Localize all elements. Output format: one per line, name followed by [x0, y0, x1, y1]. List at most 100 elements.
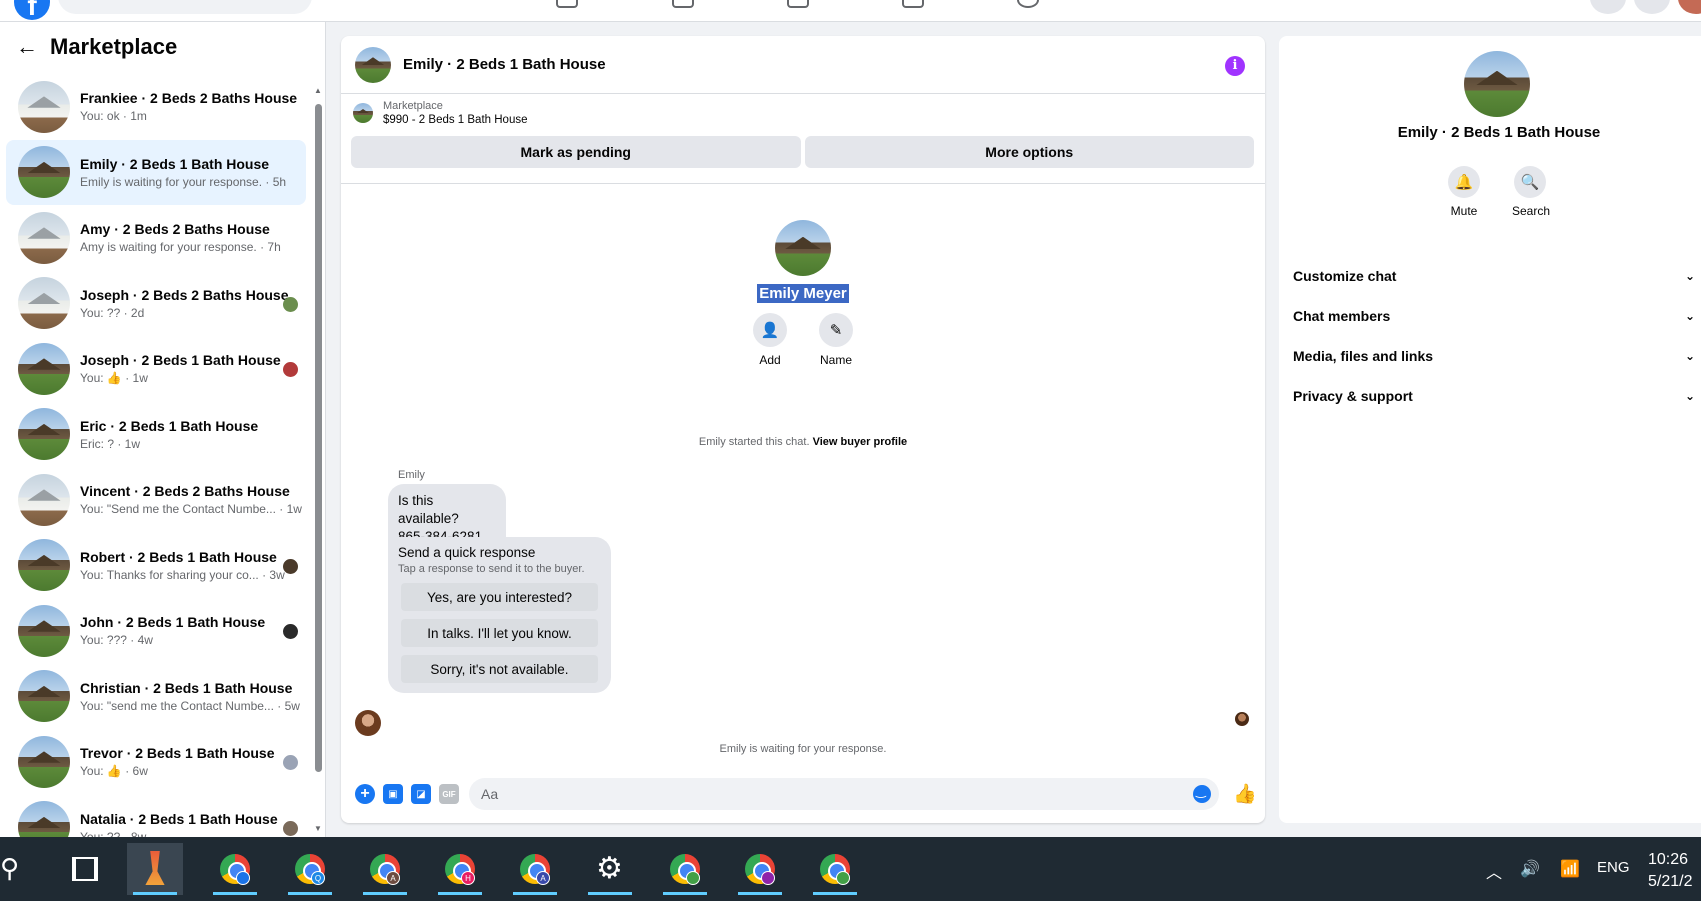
section-label: Customize chat	[1293, 268, 1397, 284]
profile-badge: A	[536, 871, 550, 885]
photo-icon[interactable]: ▣	[383, 784, 403, 804]
listing-banner[interactable]: Marketplace $990 - 2 Beds 1 Bath House	[341, 94, 1265, 132]
seen-avatar	[283, 755, 298, 770]
sender-avatar[interactable]	[355, 710, 381, 736]
conversation-item[interactable]: Christian · 2 Beds 1 Bath House You: "sen…	[6, 664, 306, 730]
conversation-preview: You: 👍 · 1w	[80, 371, 148, 386]
conversation-title: Natalia · 2 Beds 1 Bath House	[80, 810, 278, 827]
conversation-preview: Emily is waiting for your response. · 5h	[80, 174, 287, 189]
mute-label: Mute	[1450, 204, 1478, 218]
conversation-title: Amy · 2 Beds 2 Baths House	[80, 221, 270, 238]
wifi-icon[interactable]: 📶	[1560, 859, 1580, 879]
facebook-search-input[interactable]	[58, 0, 312, 14]
groups-icon[interactable]	[1017, 0, 1039, 8]
sidebar-scrollbar[interactable]: ▲ ▼	[312, 72, 324, 837]
taskbar-chrome[interactable]: A	[357, 843, 413, 895]
conversation-item[interactable]: John · 2 Beds 1 Bath House You: ??? · 4w	[6, 598, 306, 664]
menu-grid-icon[interactable]	[1590, 0, 1626, 14]
info-avatar[interactable]	[1464, 51, 1530, 117]
conversation-item[interactable]: Frankiee · 2 Beds 2 Baths House You: ok ·…	[6, 74, 306, 140]
system-clock[interactable]: 10:26 5/21/2	[1648, 849, 1692, 893]
listing-actions: Mark as pending More options	[341, 132, 1265, 168]
home-icon[interactable]	[556, 0, 578, 8]
marketplace-icon[interactable]	[902, 0, 924, 8]
conversation-title: Trevor · 2 Beds 1 Bath House	[80, 745, 275, 762]
chevron-up-icon[interactable]: ︿	[1486, 859, 1502, 883]
profile-avatar[interactable]	[1678, 0, 1701, 14]
seen-avatar	[283, 558, 298, 574]
conversation-preview: Eric: ? · 1w	[80, 436, 141, 451]
conversation-item[interactable]: Joseph · 2 Beds 1 Bath House You: 👍 · 1w	[6, 336, 306, 402]
chat-avatar[interactable]	[355, 46, 391, 83]
open-indicator	[588, 892, 632, 895]
chat-title[interactable]: Emily · 2 Beds 1 Bath House	[403, 56, 606, 73]
conversation-title: Joseph · 2 Beds 2 Baths House	[80, 286, 289, 303]
section-customize-chat[interactable]: Customize chat ⌄	[1293, 256, 1695, 296]
conversation-preview: You: "send me the Contact Numbe... · 5w	[80, 698, 300, 713]
taskbar-chrome[interactable]: H	[432, 843, 488, 895]
scroll-up-icon[interactable]: ▲	[314, 86, 322, 95]
conversation-item[interactable]: Robert · 2 Beds 1 Bath House You: Thanks …	[6, 533, 306, 599]
plus-icon[interactable]: +	[355, 784, 375, 804]
listing-thumbnail	[353, 103, 373, 123]
taskbar-settings[interactable]: ⚙	[582, 843, 638, 895]
mute-button[interactable]: 🔔 Mute	[1446, 166, 1482, 218]
language-indicator[interactable]: ENG	[1597, 859, 1630, 876]
open-indicator	[663, 892, 707, 895]
quick-reply-button[interactable]: Sorry, it's not available.	[401, 655, 598, 683]
section-media-files-links[interactable]: Media, files and links ⌄	[1293, 336, 1695, 376]
conversation-item[interactable]: Eric · 2 Beds 1 Bath House Eric: ? · 1w	[6, 402, 306, 468]
sidebar-title: Marketplace	[50, 34, 178, 59]
profile-badge: H	[461, 871, 475, 885]
quick-response-title: Send a quick response	[398, 545, 536, 560]
watch-icon[interactable]	[787, 0, 809, 8]
search-icon[interactable]: ⚲	[0, 853, 34, 887]
clock-date: 5/21/2	[1648, 873, 1693, 890]
profile-name: Emily Meyer	[757, 284, 849, 303]
volume-icon[interactable]: 🔊	[1520, 859, 1540, 879]
chat-profile-block: Emily Meyer 👤 Add ✎ Name	[341, 220, 1265, 367]
gif-icon[interactable]: GIF	[439, 784, 459, 804]
add-person-button[interactable]: 👤 Add	[752, 313, 788, 367]
conversation-item[interactable]: Joseph · 2 Beds 2 Baths House You: ?? · 2…	[6, 271, 306, 337]
info-icon[interactable]: i	[1225, 56, 1245, 76]
section-chat-members[interactable]: Chat members ⌄	[1293, 296, 1695, 336]
scroll-down-icon[interactable]: ▼	[314, 824, 322, 833]
facebook-logo[interactable]: f	[14, 0, 50, 21]
taskbar-chrome[interactable]	[807, 843, 863, 895]
taskbar-chrome[interactable]: Q	[282, 843, 338, 895]
messenger-icon[interactable]	[1634, 0, 1670, 14]
scrollbar-thumb[interactable]	[315, 104, 322, 772]
quick-reply-button[interactable]: In talks. I'll let you know.	[401, 619, 598, 647]
profile-avatar[interactable]	[775, 220, 831, 276]
conversation-title: Emily · 2 Beds 1 Bath House	[80, 155, 270, 172]
sticker-icon[interactable]: ◪	[411, 784, 431, 804]
listing-thumbnail	[18, 146, 70, 199]
chevron-down-icon: ⌄	[1684, 269, 1695, 283]
taskbar-chrome[interactable]: A	[507, 843, 563, 895]
listing-thumbnail	[18, 670, 70, 723]
taskbar-chrome[interactable]	[207, 843, 263, 895]
message-input[interactable]: Aa	[469, 778, 1219, 810]
taskbar-chrome[interactable]	[657, 843, 713, 895]
edit-name-button[interactable]: ✎ Name	[818, 313, 854, 367]
quick-reply-button[interactable]: Yes, are you interested?	[401, 583, 598, 611]
conversation-item-active[interactable]: Emily · 2 Beds 1 Bath House Emily is wait…	[6, 139, 306, 205]
profile-badge	[686, 871, 700, 885]
taskbar-app-active[interactable]	[127, 843, 183, 895]
task-view-icon[interactable]	[72, 857, 98, 881]
conversation-item[interactable]: Amy · 2 Beds 2 Baths House Amy is waiting…	[6, 205, 306, 271]
view-buyer-profile-link[interactable]: View buyer profile	[813, 436, 908, 448]
mark-as-pending-button[interactable]: Mark as pending	[351, 136, 801, 168]
search-conversation-button[interactable]: 🔍 Search	[1512, 166, 1550, 218]
thumbs-up-icon[interactable]: 👍	[1233, 782, 1257, 806]
back-arrow-icon[interactable]: ←	[16, 34, 50, 60]
conversation-item[interactable]: Trevor · 2 Beds 1 Bath House You: 👍 · 6w	[6, 729, 306, 795]
conversation-item[interactable]: Vincent · 2 Beds 2 Baths House You: "Send…	[6, 467, 306, 533]
friends-icon[interactable]	[672, 0, 694, 8]
section-privacy-support[interactable]: Privacy & support ⌄	[1293, 376, 1695, 416]
emoji-icon[interactable]	[1193, 784, 1211, 803]
divider	[341, 183, 1265, 184]
taskbar-chrome[interactable]	[732, 843, 788, 895]
more-options-button[interactable]: More options	[804, 136, 1254, 168]
